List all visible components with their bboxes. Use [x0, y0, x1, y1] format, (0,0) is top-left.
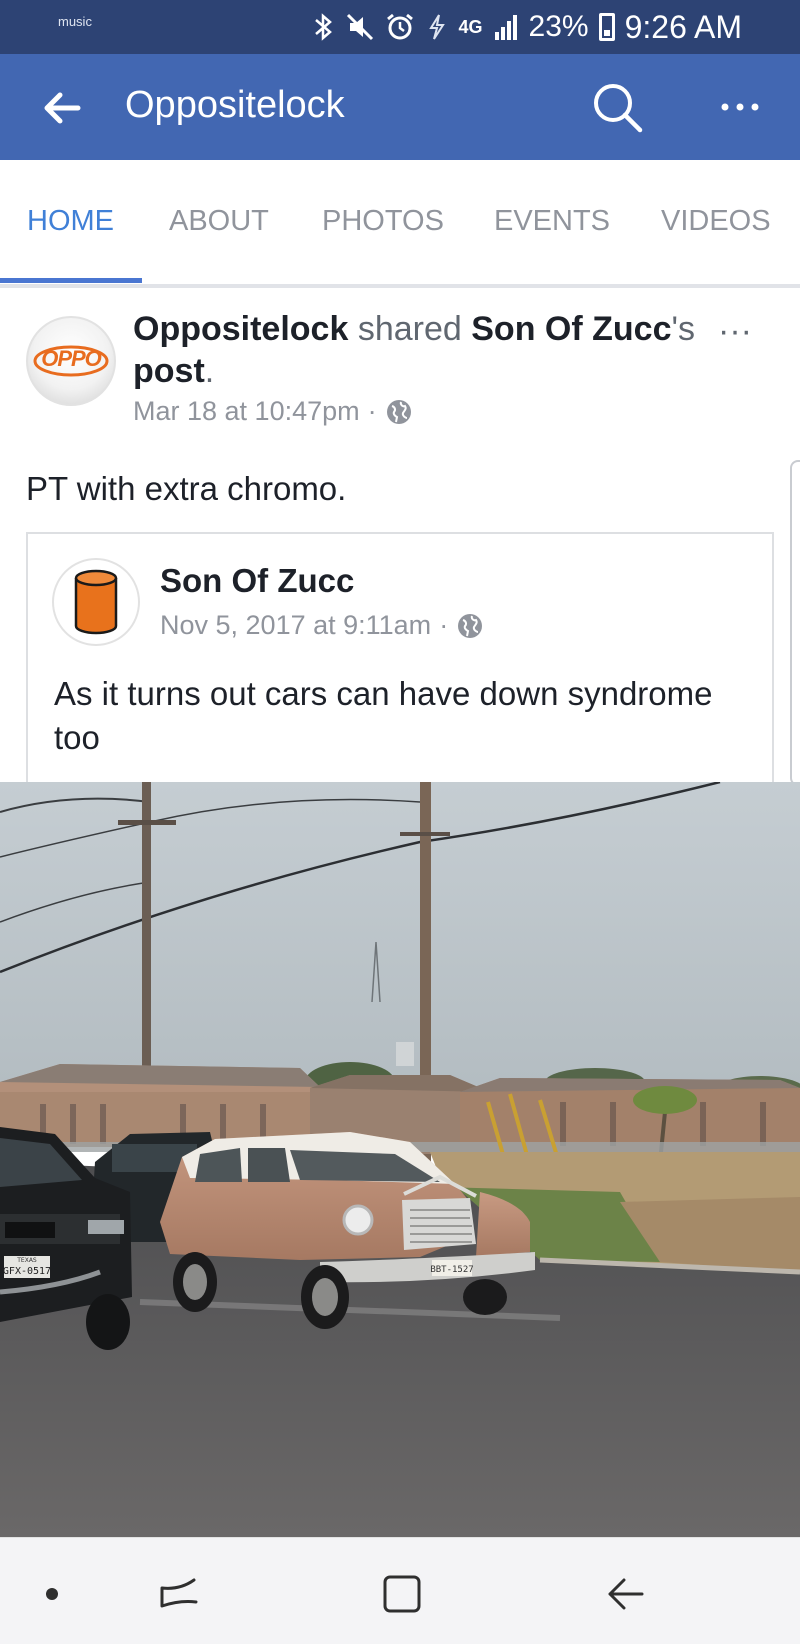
- more-dots-icon: [721, 103, 759, 111]
- data-icon: [425, 11, 449, 43]
- arrow-left-icon: [44, 92, 81, 124]
- post-author-link[interactable]: Oppositelock: [133, 310, 348, 348]
- shared-post-text: As it turns out cars can have down syndr…: [54, 675, 713, 756]
- tab-events[interactable]: EVENTS: [494, 205, 610, 238]
- status-bar: music 4G 23% 9:26 AM: [0, 0, 800, 54]
- back-arrow-icon: [608, 1578, 644, 1610]
- post-photo[interactable]: TEXAS GFX-0517 BBT-1527: [0, 782, 800, 1537]
- mute-icon: [345, 11, 375, 43]
- meta-separator: ·: [367, 396, 377, 426]
- shared-post-meta: Nov 5, 2017 at 9:11am ·: [160, 610, 484, 641]
- orange-cylinder-icon: [74, 569, 118, 635]
- scroll-edge: [790, 460, 800, 786]
- search-icon: [594, 84, 643, 133]
- page-title: Oppositelock: [125, 84, 345, 126]
- post-headline: Oppositelock shared Son Of Zucc's post.: [133, 308, 703, 392]
- alarm-icon: [385, 11, 415, 43]
- post-timestamp[interactable]: Mar 18 at 10:47pm: [133, 396, 360, 427]
- bluetooth-icon: [313, 11, 335, 43]
- headline-period: .: [204, 352, 215, 390]
- battery-percent: 23%: [528, 10, 589, 43]
- back-nav-button[interactable]: [598, 1566, 654, 1622]
- clock: 9:26 AM: [624, 8, 742, 45]
- meta-separator: ·: [439, 610, 449, 640]
- globe-icon: [458, 613, 483, 638]
- avatar[interactable]: OPPO: [26, 316, 116, 406]
- tab-about[interactable]: ABOUT: [169, 205, 269, 238]
- page-tabs: HOME ABOUT PHOTOS EVENTS VIDEOS: [0, 160, 800, 288]
- more-options-button[interactable]: [715, 82, 767, 132]
- shared-post-timestamp[interactable]: Nov 5, 2017 at 9:11am: [160, 610, 431, 641]
- shared-post-link[interactable]: post: [133, 352, 205, 390]
- search-button[interactable]: [588, 78, 648, 138]
- post-more-button[interactable]: ···: [718, 312, 752, 351]
- shared-author-name[interactable]: Son Of Zucc: [160, 562, 354, 600]
- signal-icon: [493, 11, 519, 43]
- plate-left: GFX-0517: [3, 1266, 51, 1277]
- shared-post-card[interactable]: Son Of Zucc Nov 5, 2017 at 9:11am · As i…: [26, 532, 774, 782]
- system-nav-bar: [0, 1537, 800, 1644]
- battery-icon: [598, 13, 615, 41]
- plate-state: TEXAS: [16, 1257, 37, 1264]
- shared-author-avatar[interactable]: [52, 558, 140, 646]
- home-square-icon: [383, 1575, 421, 1613]
- possessive-suffix: 's: [671, 310, 695, 348]
- post-meta: Mar 18 at 10:47pm ·: [133, 396, 413, 427]
- shared-from-link[interactable]: Son Of Zucc: [471, 310, 671, 348]
- app-header: Oppositelock: [0, 54, 800, 160]
- recents-dot-icon: [46, 1588, 58, 1600]
- tab-home[interactable]: HOME: [27, 205, 114, 238]
- globe-icon: [386, 399, 411, 424]
- back-button[interactable]: [38, 84, 86, 132]
- post-text: PT with extra chromo.: [26, 470, 347, 507]
- tab-videos[interactable]: VIDEOS: [661, 205, 771, 238]
- network-label: 4G: [458, 16, 483, 37]
- recent-apps-icon: [160, 1578, 198, 1608]
- home-button[interactable]: [374, 1566, 430, 1622]
- recents-dot-button[interactable]: [24, 1566, 80, 1622]
- street-scene-image: TEXAS GFX-0517 BBT-1527: [0, 782, 800, 1537]
- avatar-logo-text: OPPO: [41, 346, 102, 371]
- recent-apps-button[interactable]: [152, 1566, 208, 1622]
- tab-photos[interactable]: PHOTOS: [322, 205, 444, 238]
- post-action: shared: [357, 310, 462, 348]
- plate-car: BBT-1527: [430, 1265, 473, 1275]
- music-label: music: [58, 14, 92, 29]
- active-tab-indicator: [0, 278, 142, 283]
- status-icons: 4G 23% 9:26 AM: [313, 6, 742, 48]
